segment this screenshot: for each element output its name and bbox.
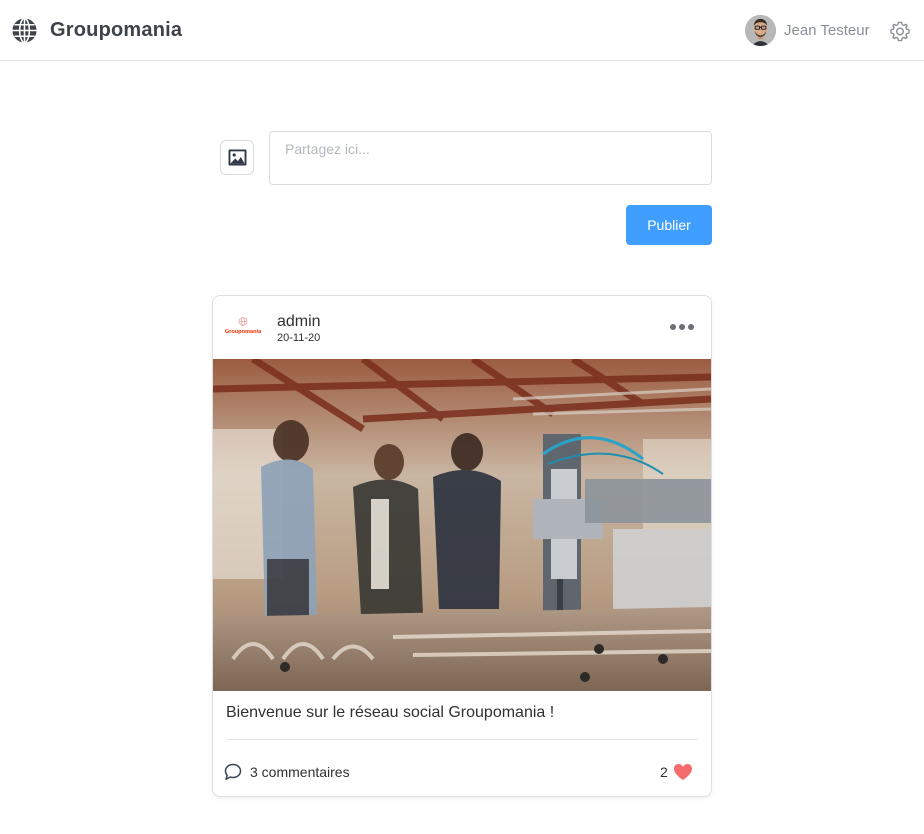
brand[interactable]: Groupomania	[11, 16, 182, 44]
post-date: 20-11-20	[277, 332, 321, 344]
post-image	[213, 359, 711, 691]
like-button[interactable]: 2	[660, 762, 693, 782]
post-text: Bienvenue sur le réseau social Groupoman…	[226, 704, 555, 721]
user-name: Jean Testeur	[784, 21, 870, 39]
svg-text:Groupomania: Groupomania	[225, 329, 261, 335]
likes-count: 2	[660, 764, 668, 780]
comments-link[interactable]: 3 commentaires	[224, 762, 350, 782]
globe-icon	[12, 17, 37, 43]
divider	[226, 739, 698, 740]
comments-count: 3 commentaires	[250, 764, 350, 780]
more-options-icon[interactable]	[668, 318, 696, 336]
user-menu[interactable]: Jean Testeur	[745, 14, 870, 46]
post-card: Groupomania admin 20-11-20 Bienvenue sur…	[212, 295, 712, 797]
groupomania-logo: Groupomania	[225, 317, 261, 335]
image-icon	[228, 149, 246, 166]
heart-icon	[673, 764, 692, 780]
gear-icon[interactable]	[889, 20, 911, 42]
top-bar: Groupomania Jean Testeur	[0, 0, 924, 61]
comment-icon	[224, 763, 242, 780]
brand-name: Groupomania	[50, 18, 183, 41]
publish-button[interactable]: Publier	[626, 205, 712, 245]
add-image-button[interactable]	[220, 140, 254, 175]
avatar	[745, 14, 776, 46]
share-input[interactable]	[269, 131, 712, 185]
post-author[interactable]: admin	[277, 313, 321, 331]
